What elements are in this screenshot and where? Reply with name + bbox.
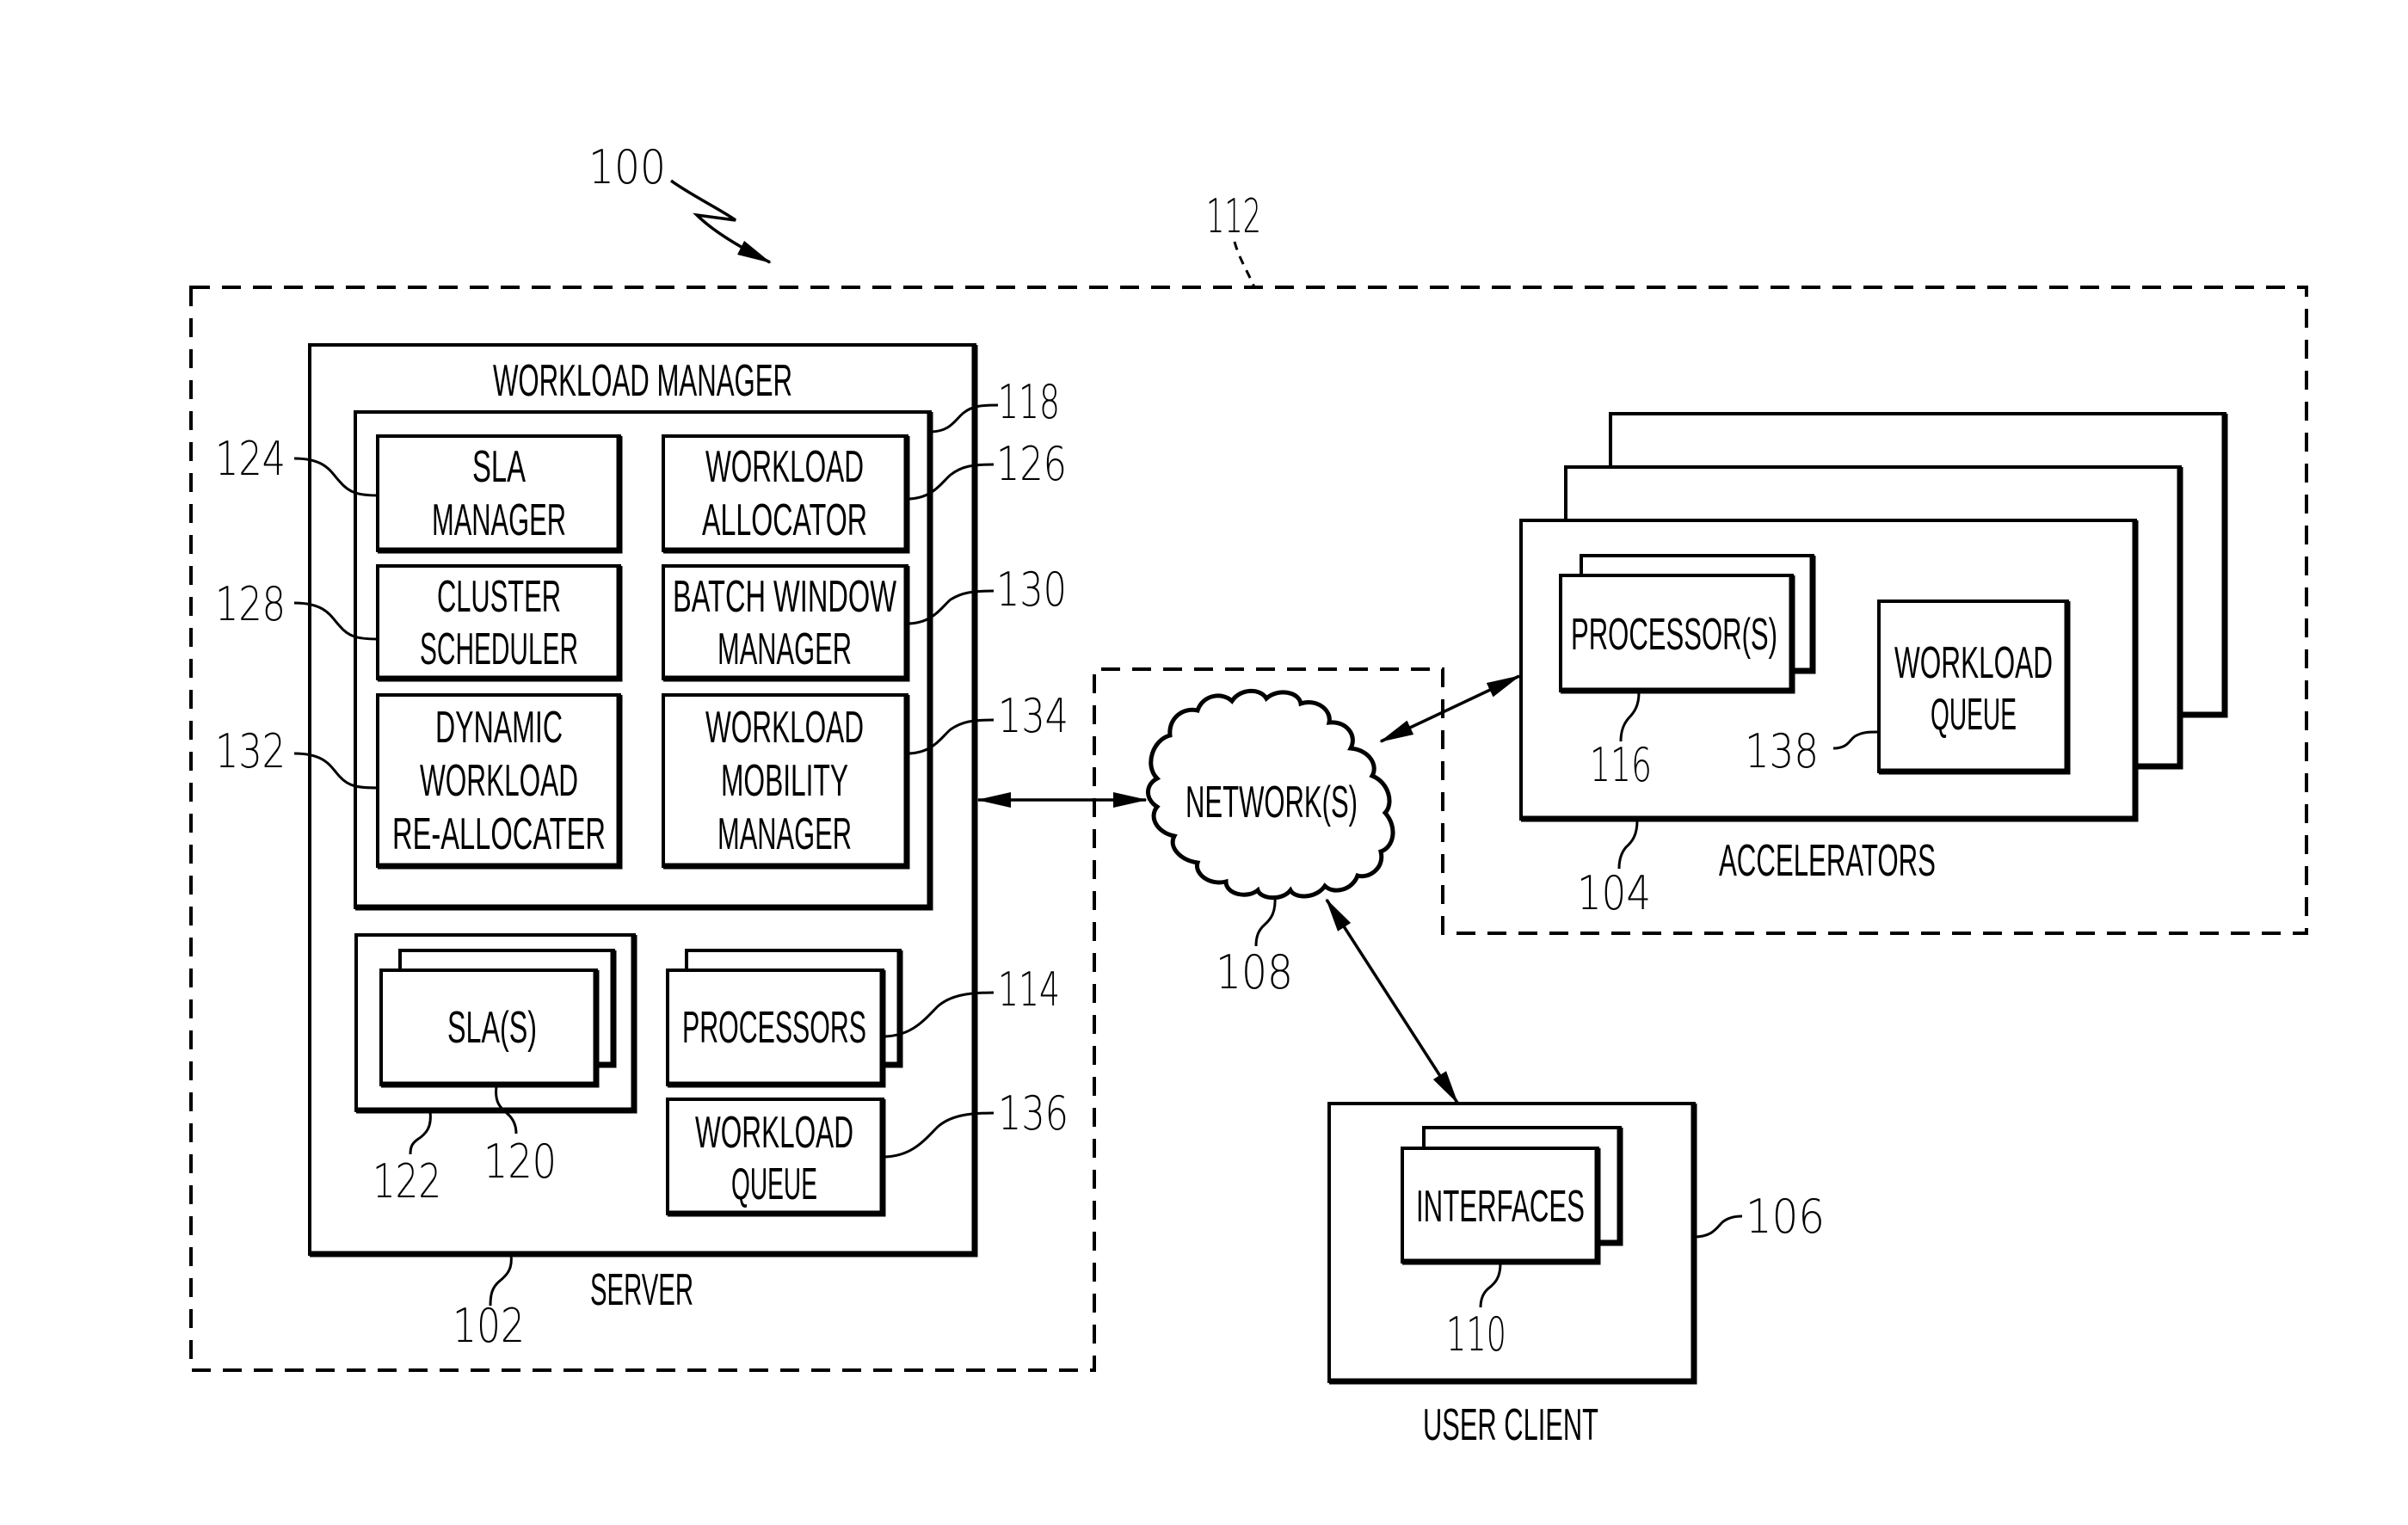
patent-diagram: 100 112 WORKLOAD MANAGER SLA MANAGER WOR… [0, 0, 2408, 1521]
workload-manager-title: WORKLOAD MANAGER [493, 356, 792, 406]
ref-112: 112 [1206, 189, 1261, 243]
batch-window-manager-line-1: BATCH WINDOW [673, 572, 896, 622]
server-workload-queue: WORKLOAD QUEUE 136 [666, 1086, 1069, 1217]
ref-128: 128 [215, 577, 286, 631]
squiggle-arrow-icon [669, 179, 772, 264]
ref-114: 114 [998, 962, 1060, 1017]
ref-138: 138 [1745, 724, 1819, 778]
accelerators: PROCESSOR(S) 116 WORKLOAD QUEUE 138 ACCE… [1519, 412, 2228, 920]
dynamic-workload-reallocater-line-3: RE-ALLOCATER [392, 809, 606, 859]
ref-118: 118 [998, 375, 1060, 429]
server-workload-queue-line-1: WORKLOAD [695, 1108, 853, 1158]
sla-manager-line-2: MANAGER [432, 495, 566, 545]
component-cluster-scheduler: CLUSTER SCHEDULER [376, 564, 623, 682]
component-batch-window-manager: BATCH WINDOW MANAGER [662, 564, 910, 682]
network: NETWORK(S) 108 [1146, 688, 1395, 999]
ref-116: 116 [1590, 738, 1652, 792]
component-sla-manager: SLA MANAGER [376, 434, 623, 554]
network-accelerator-connector [1379, 674, 1521, 743]
ref-108-leader [1254, 895, 1277, 947]
ref-104-leader [1617, 820, 1639, 870]
user-client-label: USER CLIENT [1423, 1400, 1598, 1450]
server-processors: PROCESSORS 114 [666, 949, 1060, 1088]
workload-mobility-manager-line-1: WORKLOAD [705, 703, 864, 753]
component-dynamic-workload-reallocater: DYNAMIC WORKLOAD RE-ALLOCATER [376, 693, 623, 870]
ref-132: 132 [215, 724, 286, 778]
cluster-scheduler-line-1: CLUSTER [437, 572, 561, 622]
dynamic-workload-reallocater-line-1: DYNAMIC [435, 703, 563, 753]
ref-102: 102 [453, 1299, 525, 1353]
workload-allocator-line-1: WORKLOAD [705, 442, 864, 492]
ref-104: 104 [1577, 866, 1651, 920]
ref-102-leader [489, 1253, 513, 1307]
ref-136: 136 [998, 1086, 1069, 1141]
server-label: SERVER [590, 1265, 693, 1315]
accelerator-workload-queue-line-1: WORKLOAD [1894, 638, 2053, 688]
interfaces-label: INTERFACES [1416, 1182, 1585, 1232]
ref-108: 108 [1216, 945, 1293, 999]
network-label: NETWORK(S) [1186, 778, 1358, 827]
accelerator-processors-label: PROCESSOR(S) [1571, 610, 1777, 660]
ref-124: 124 [215, 432, 286, 486]
component-workload-allocator: WORKLOAD ALLOCATOR [662, 434, 910, 554]
workload-allocator-line-2: ALLOCATOR [702, 495, 867, 545]
server-workload-queue-line-2: QUEUE [731, 1159, 817, 1209]
processors-label: PROCESSORS [682, 1003, 866, 1053]
accelerators-label: ACCELERATORS [1719, 836, 1936, 886]
ref-130: 130 [996, 563, 1067, 617]
ref-106: 106 [1746, 1190, 1825, 1244]
system-reference: 100 [588, 140, 772, 264]
component-workload-mobility-manager: WORKLOAD MOBILITY MANAGER [662, 693, 910, 870]
dynamic-workload-reallocater-line-2: WORKLOAD [420, 756, 578, 806]
sla-manager-line-1: SLA [472, 442, 526, 492]
workload-mobility-manager-line-3: MANAGER [717, 809, 852, 859]
accelerator-workload-queue-line-2: QUEUE [1931, 690, 2017, 740]
cluster-scheduler-line-2: SCHEDULER [420, 624, 578, 674]
ref-106-leader [1693, 1214, 1743, 1239]
diagram-canvas: 100 112 WORKLOAD MANAGER SLA MANAGER WOR… [189, 140, 2308, 1450]
batch-window-manager-line-2: MANAGER [717, 624, 852, 674]
ref-122: 122 [373, 1154, 441, 1208]
ref-112-leader [1233, 241, 1256, 288]
network-user-client-connector [1325, 898, 1459, 1104]
user-client: INTERFACES 110 106 USER CLIENT [1327, 1102, 1825, 1450]
ref-120: 120 [483, 1135, 557, 1189]
workload-mobility-manager-line-2: MOBILITY [721, 756, 848, 806]
ref-100: 100 [588, 140, 666, 194]
server: WORKLOAD MANAGER SLA MANAGER WORKLOAD AL… [215, 343, 1069, 1353]
ref-126: 126 [996, 437, 1067, 491]
ref-110: 110 [1446, 1307, 1506, 1362]
sla-label: SLA(S) [447, 1003, 537, 1053]
ref-134: 134 [998, 689, 1069, 743]
